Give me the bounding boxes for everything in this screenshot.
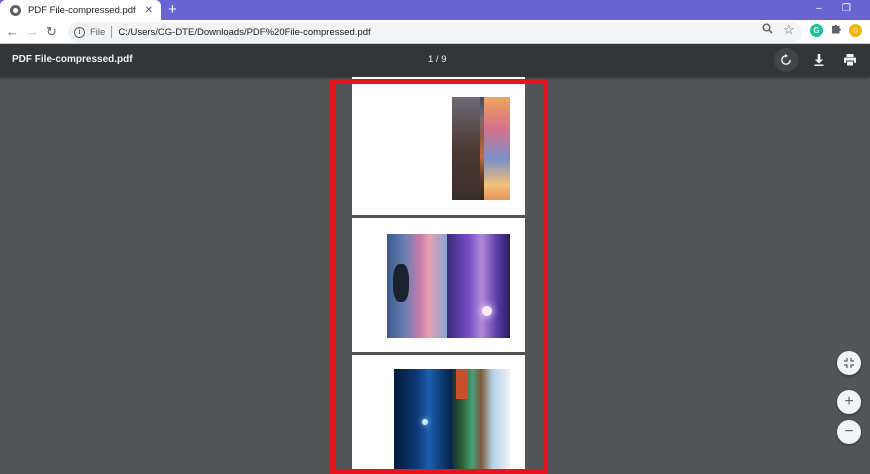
info-icon[interactable]: i xyxy=(74,26,85,38)
print-icon[interactable] xyxy=(843,53,857,67)
close-tab-icon[interactable]: ✕ xyxy=(145,5,153,16)
zoom-icon[interactable] xyxy=(762,23,773,37)
tab-strip: PDF File-compressed.pdf ✕ + – ❐ xyxy=(0,0,870,20)
url-scheme: File xyxy=(90,26,106,38)
document-title: PDF File-compressed.pdf xyxy=(12,54,133,65)
fit-page-icon xyxy=(844,358,854,368)
pdf-toolbar: PDF File-compressed.pdf 1 / 9 xyxy=(0,44,870,77)
zoom-out-button[interactable]: − xyxy=(837,420,861,444)
minimize-icon[interactable]: – xyxy=(816,1,822,17)
rotate-icon xyxy=(781,54,791,65)
divider xyxy=(111,26,113,38)
browser-toolbar: ← → ↻ i File C:/Users/CG-DTE/Downloads/P… xyxy=(0,20,870,44)
star-icon[interactable]: ☆ xyxy=(783,22,795,38)
new-tab-button[interactable]: + xyxy=(168,1,177,19)
page-indicator[interactable]: 1 / 9 xyxy=(428,54,447,65)
zoom-in-button[interactable]: + xyxy=(837,390,861,414)
extensions-icon[interactable] xyxy=(830,22,842,37)
reload-button[interactable]: ↻ xyxy=(46,23,57,41)
tab-title: PDF File-compressed.pdf xyxy=(28,4,136,16)
highlight-box xyxy=(330,79,548,474)
rotate-button[interactable] xyxy=(774,48,798,72)
download-icon[interactable] xyxy=(812,53,826,67)
url-text[interactable]: C:/Users/CG-DTE/Downloads/PDF%20File-com… xyxy=(118,27,370,38)
forward-button[interactable]: → xyxy=(26,23,39,41)
globe-icon xyxy=(10,4,21,16)
restore-window-icon[interactable]: ❐ xyxy=(842,1,851,17)
grammarly-icon[interactable]: G xyxy=(810,24,823,37)
profile-avatar[interactable]: ☺ xyxy=(849,24,862,37)
fit-page-button[interactable] xyxy=(837,351,861,375)
back-button[interactable]: ← xyxy=(6,23,19,41)
browser-tab[interactable]: PDF File-compressed.pdf ✕ xyxy=(0,0,161,20)
address-bar[interactable]: i File C:/Users/CG-DTE/Downloads/PDF%20F… xyxy=(68,22,802,42)
